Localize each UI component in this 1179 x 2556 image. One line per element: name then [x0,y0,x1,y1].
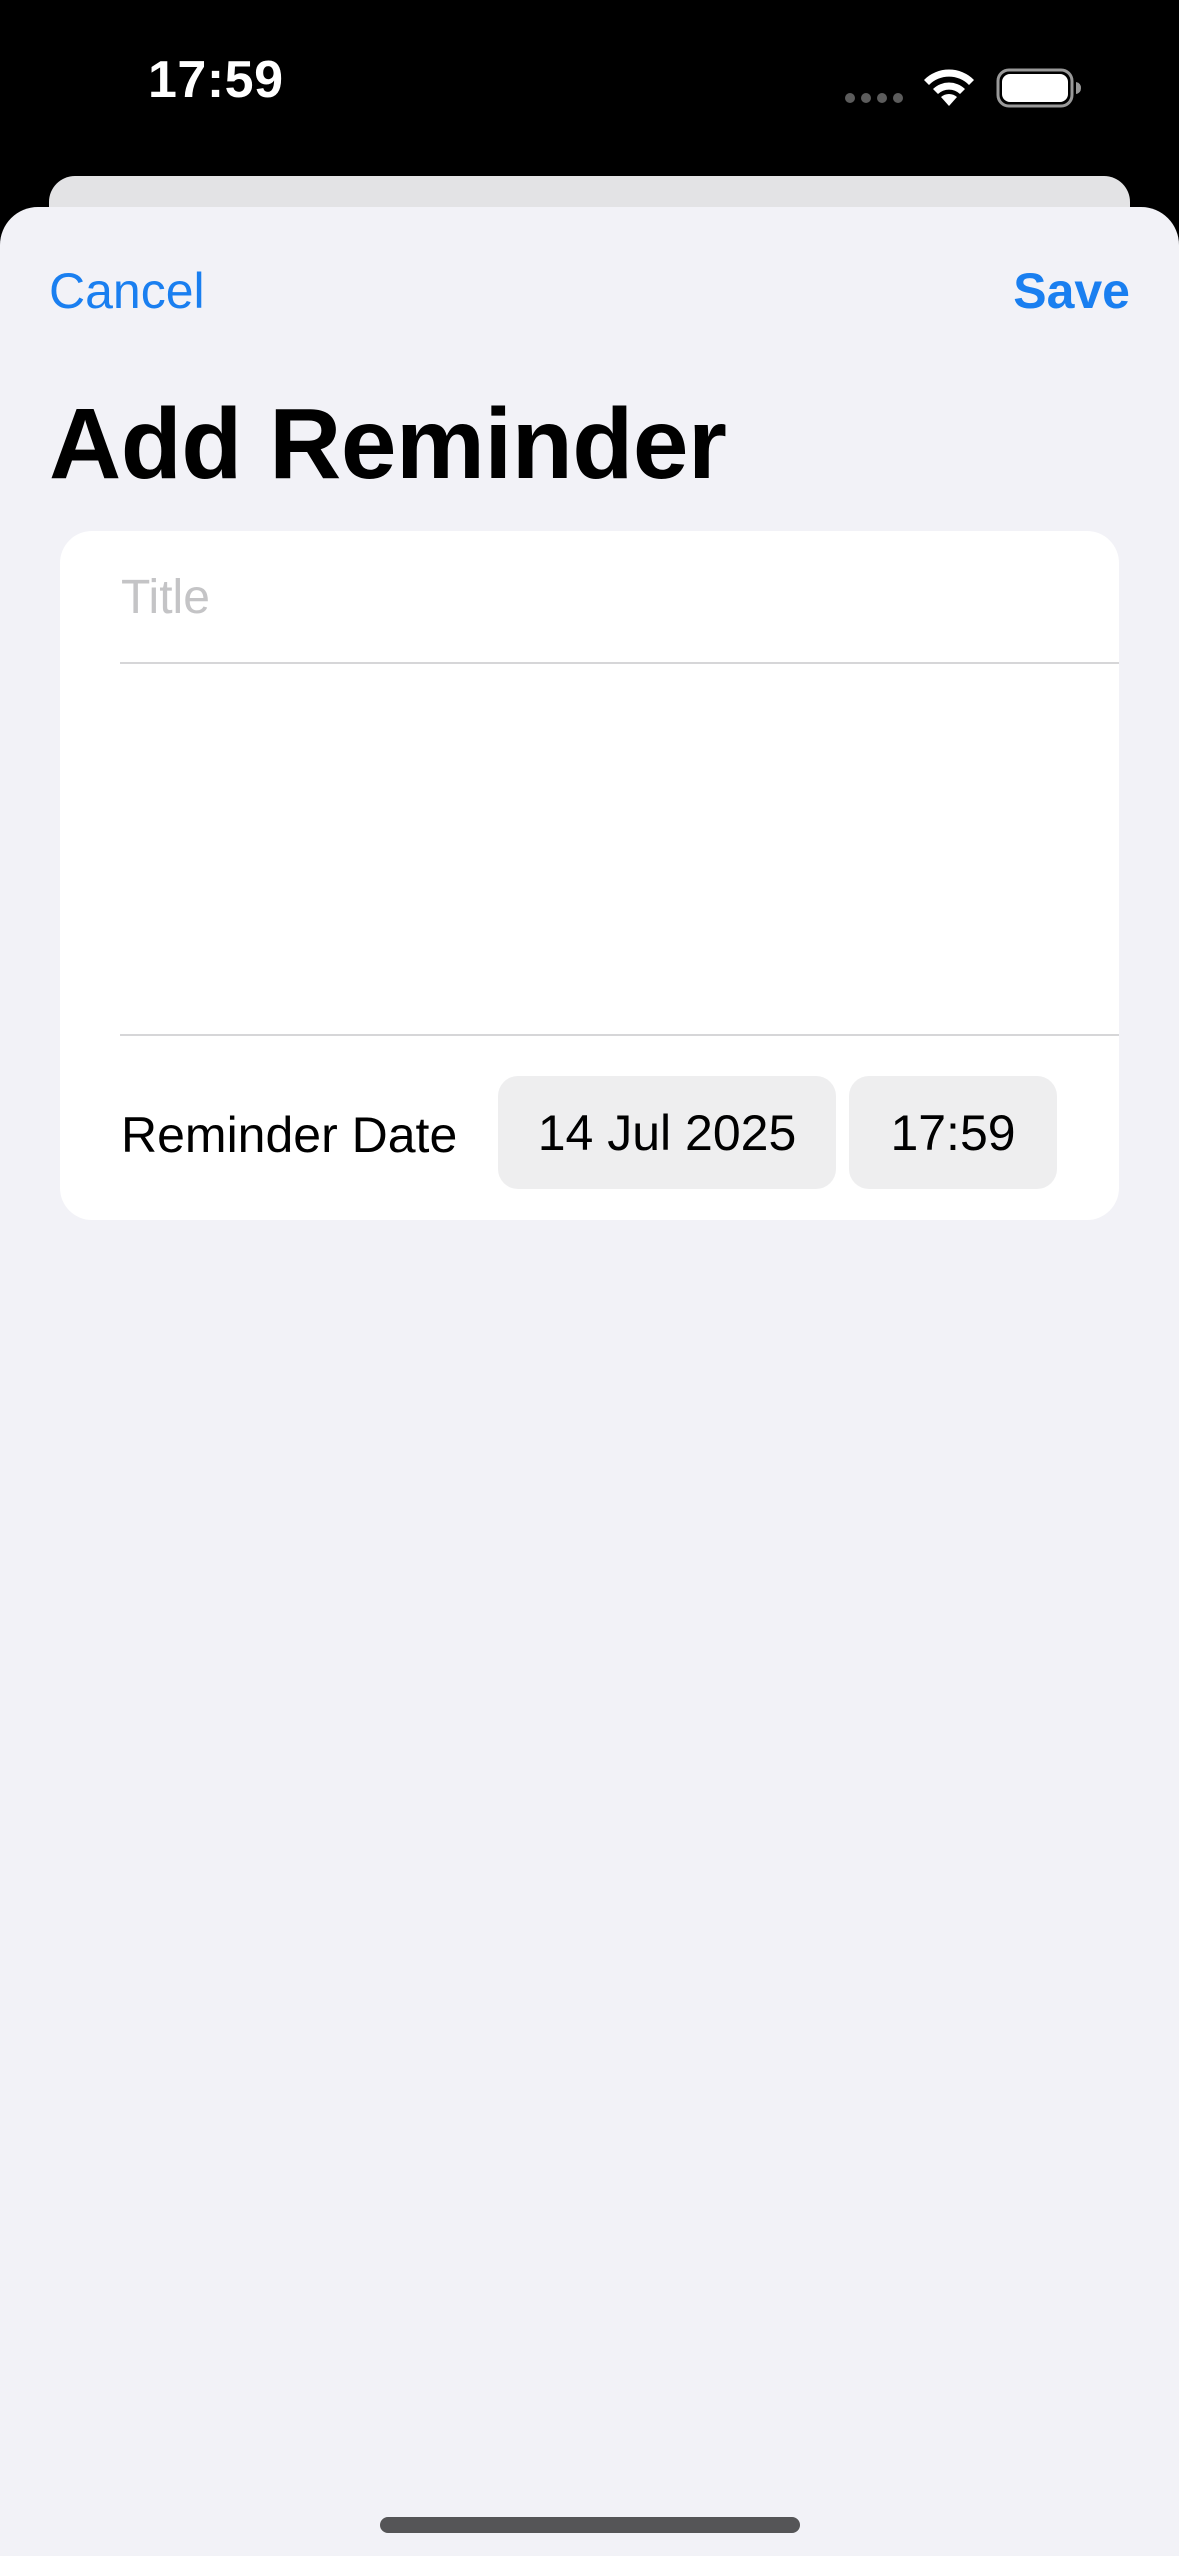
title-input[interactable] [121,561,1081,633]
notes-textarea[interactable] [120,666,1119,1052]
add-reminder-sheet: Cancel Save Add Reminder Reminder Date 1… [0,207,1179,2556]
page-title: Add Reminder [49,388,727,500]
wifi-icon [924,69,974,106]
divider [120,1034,1119,1036]
battery-icon [996,68,1081,108]
cancel-button[interactable]: Cancel [49,262,205,320]
reminder-date-label: Reminder Date [121,1107,458,1163]
reminder-time-picker[interactable]: 17:59 [849,1076,1057,1189]
status-time: 17:59 [148,51,284,109]
reminder-form-card: Reminder Date 14 Jul 2025 17:59 [60,531,1119,1220]
save-button[interactable]: Save [1013,262,1130,320]
status-bar: 17:59 [0,0,1179,176]
divider [120,662,1119,664]
reminder-date-picker[interactable]: 14 Jul 2025 [498,1076,836,1189]
cellular-signal-icon [845,93,903,105]
home-indicator[interactable] [380,2517,800,2533]
